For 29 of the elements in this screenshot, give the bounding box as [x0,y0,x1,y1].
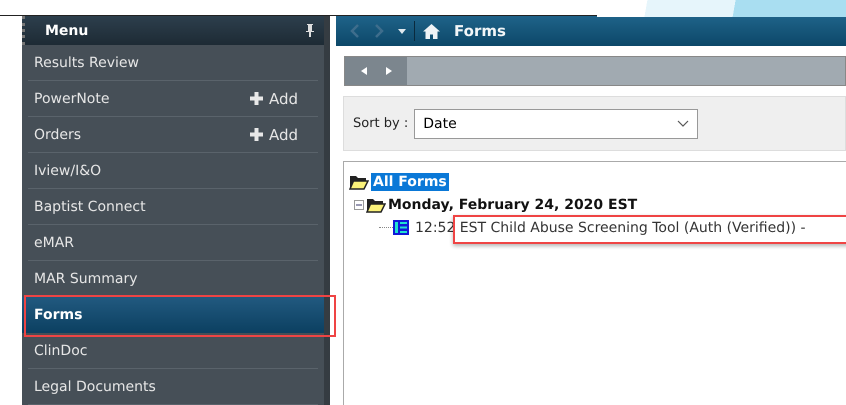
chevron-icon [677,120,690,127]
menu-item[interactable]: ClinDoc [28,333,318,369]
scroll-right-icon[interactable] [386,67,392,75]
home-icon[interactable] [423,24,440,38]
tree-item[interactable]: All Forms [371,172,449,190]
menu-item[interactable]: Baptist Connect [28,189,318,225]
plus-icon [250,128,263,141]
dropdown-icon[interactable] [398,28,406,34]
menu-item[interactable]: Iview/I&O [28,153,318,189]
menu-item[interactable]: Results Review [28,45,318,81]
plus-icon [250,92,263,105]
folder-icon [349,174,369,190]
collapse-icon[interactable] [354,200,364,210]
folder-icon [366,196,386,212]
sort-dropdown[interactable]: Date [414,108,698,138]
menu-item[interactable]: eMAR [28,225,318,261]
add-link[interactable]: Add [250,90,298,108]
menu-item[interactable]: PowerNote Add [28,81,318,117]
menu-item[interactable]: Orders Add [28,117,318,153]
tree-item[interactable]: 12:52 EST Child Abuse Screening Tool (Auth (Verified)) - [415,220,806,236]
add-link[interactable]: Add [250,126,298,144]
form-icon [393,220,409,235]
pin-icon[interactable] [306,24,314,37]
tree-item[interactable]: Monday, February 24, 2020 EST [388,196,638,212]
menu-title: Menu [45,22,88,38]
page-title: Forms [454,22,506,40]
scroll-left-icon[interactable] [360,67,366,75]
sort-label: Sort by : [353,116,408,131]
menu-item[interactable]: Legal Documents [28,369,318,405]
